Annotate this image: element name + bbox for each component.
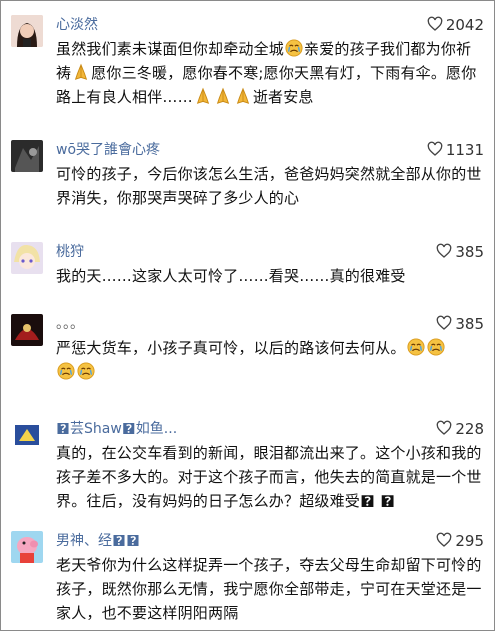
like-count: 2042	[445, 16, 484, 34]
pray-emoji-icon	[194, 87, 212, 105]
comment-text: 我的天……这家人太可怜了……看哭……真的很难受	[56, 267, 406, 285]
like-button[interactable]: 228	[436, 419, 484, 439]
like-count: 385	[455, 243, 484, 261]
girl-avatar-icon	[11, 15, 43, 47]
like-count: 385	[455, 315, 484, 333]
username[interactable]: 🯄芸Shaw🯄如鱼...	[56, 419, 177, 439]
crying-emoji-icon	[407, 338, 425, 356]
like-button[interactable]: 295	[436, 531, 484, 551]
avatar[interactable]	[11, 242, 43, 274]
heart-icon	[436, 315, 452, 331]
avatar[interactable]	[11, 419, 43, 451]
username[interactable]: 男神、经🯄🯄	[56, 531, 140, 551]
crying-emoji-icon	[57, 362, 75, 380]
username[interactable]: 桃狩	[56, 242, 84, 262]
pray-emoji-icon	[72, 63, 90, 81]
crying-emoji-icon	[427, 338, 445, 356]
avatar[interactable]	[11, 531, 43, 563]
comment-text: 老天爷你为什么这样捉弄一个孩子，夺去父母生命却留下可怜的孩子，既然你那么无情，我…	[56, 556, 482, 622]
pray-emoji-icon	[234, 87, 252, 105]
heart-icon	[436, 532, 452, 548]
like-button[interactable]: 1131	[427, 140, 484, 160]
heart-icon	[436, 243, 452, 259]
pray-emoji-icon	[214, 87, 232, 105]
like-button[interactable]: 385	[436, 242, 484, 262]
avatar[interactable]	[11, 314, 43, 346]
comment-text: 虽然我们素未谋面但你却牵动全城 亲爱的孩子我们都为你祈祷 愿你三冬暖，愿你春不寒;愿…	[56, 39, 477, 106]
username[interactable]: 。。。	[56, 314, 84, 334]
red-avatar-icon	[11, 314, 43, 346]
dark-avatar-icon	[11, 140, 43, 172]
like-count: 228	[455, 420, 484, 438]
heart-icon	[427, 141, 443, 157]
comment-text: 严惩大货车，小孩子真可怜，以后的路该何去何从。	[56, 336, 486, 384]
blue-avatar-icon	[11, 419, 43, 451]
like-count: 295	[455, 532, 484, 550]
avatar[interactable]	[11, 15, 43, 47]
heart-icon	[427, 16, 443, 32]
peppa-avatar-icon	[11, 531, 43, 563]
like-count: 1131	[445, 141, 484, 159]
crying-emoji-icon	[285, 39, 303, 57]
username[interactable]: wō哭了誰會心疼	[56, 140, 160, 160]
like-button[interactable]: 2042	[427, 15, 484, 35]
like-button[interactable]: 385	[436, 314, 484, 334]
anime-avatar-icon	[11, 242, 43, 274]
crying-emoji-icon	[77, 362, 95, 380]
username[interactable]: 心淡然	[56, 15, 98, 35]
heart-icon	[436, 420, 452, 436]
avatar[interactable]	[11, 140, 43, 172]
comment-text: 真的，在公交车看到的新闻，眼泪都流出来了。这个小孩和我的孩子差不多大的。对于这个…	[56, 444, 482, 510]
comment-text: 可怜的孩子，今后你该怎么生活，爸爸妈妈突然就全部从你的世界消失，你那哭声哭碎了多…	[56, 165, 482, 207]
